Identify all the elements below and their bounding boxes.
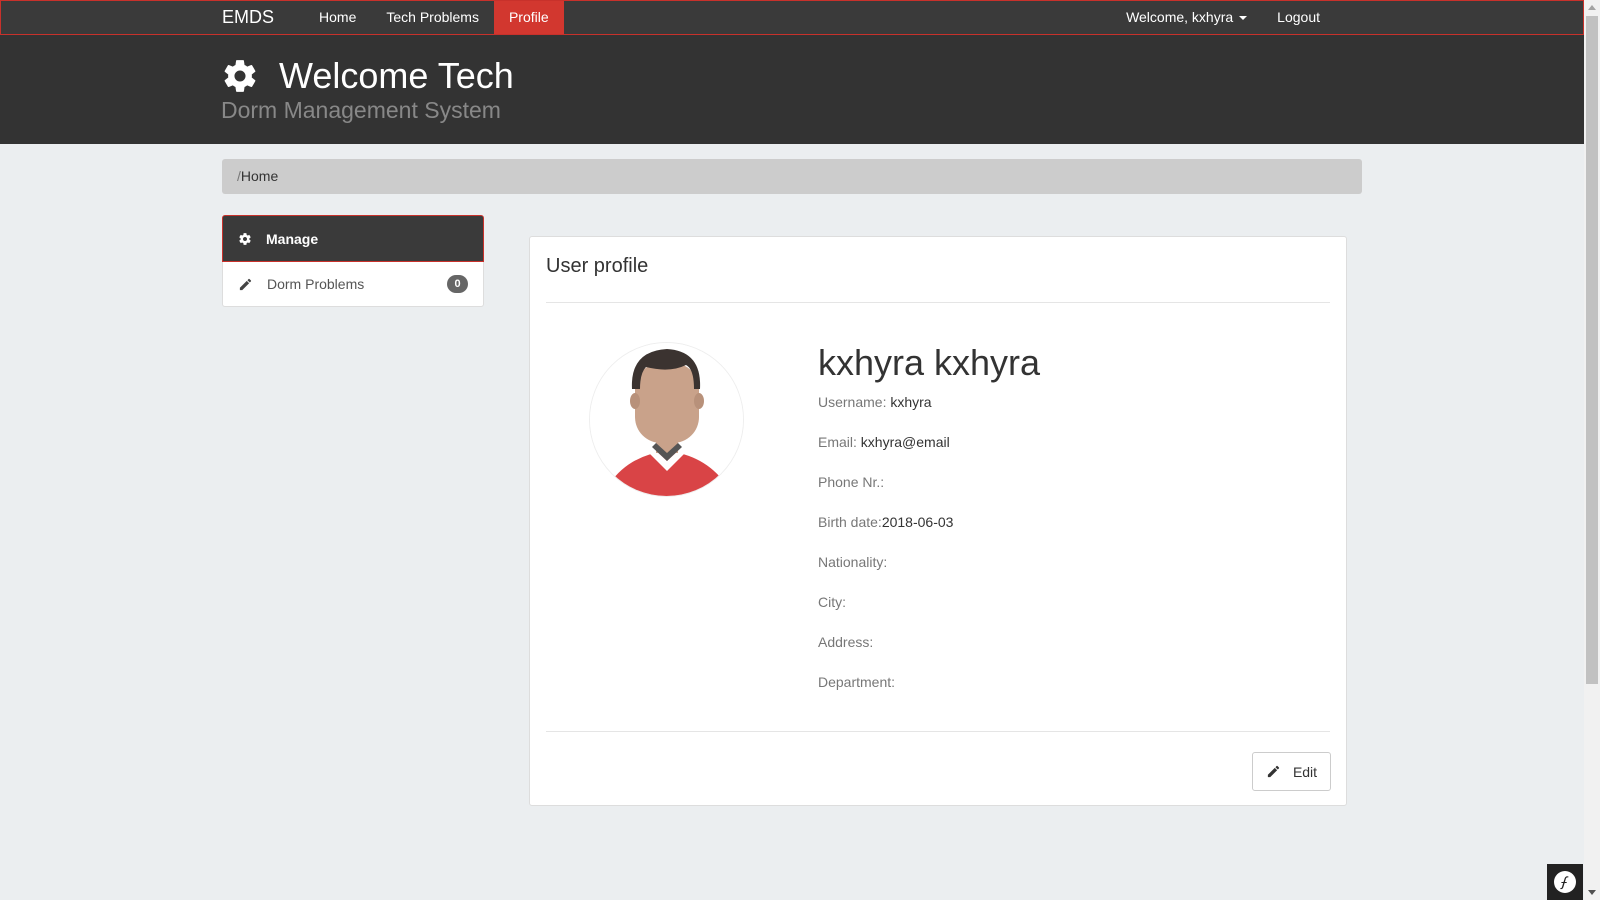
page-scrollbar[interactable] [1584,0,1600,900]
breadcrumb: /Home [222,159,1362,194]
page-subtitle: Dorm Management System [221,97,501,123]
card-title: User profile [546,255,649,277]
field-city: City: [818,594,846,610]
field-value: 2018-06-03 [881,514,954,530]
sidebar: Manage Dorm Problems 0 [222,215,484,307]
scrollbar-thumb[interactable] [1586,16,1598,684]
field-label: Username: [818,394,891,410]
top-navbar: EMDS Home Tech Problems Profile Welcome,… [0,0,1584,35]
divider [546,302,1330,303]
divider [546,731,1330,732]
field-label: City: [818,594,846,610]
field-nationality: Nationality: [818,554,887,570]
page-title: Welcome Tech [279,55,514,96]
field-value: kxhyra [890,394,932,410]
sidebar-item-label: Dorm Problems [267,276,365,292]
user-dropdown-label: Welcome, kxhyra [1126,9,1234,25]
symfony-logo-icon [1554,871,1576,893]
field-label: Address: [818,634,874,650]
sidebar-heading-label: Manage [266,230,319,247]
count-badge: 0 [447,275,468,293]
field-phone: Phone Nr.: [818,474,884,490]
navbar-left: EMDS Home Tech Problems Profile [222,1,564,34]
field-department: Department: [818,674,895,690]
avatar-image [590,343,743,496]
debug-toolbar-toggle[interactable] [1547,864,1583,900]
sidebar-heading: Manage [222,215,484,262]
field-address: Address: [818,634,873,650]
brand-link[interactable]: EMDS [222,7,274,28]
edit-profile-button[interactable]: Edit [1252,752,1331,791]
navbar-right: Welcome, kxhyra Logout [1111,1,1335,34]
field-username: Username: kxhyra [818,394,932,410]
scroll-down-icon[interactable] [1588,890,1596,895]
nav-tech-problems-link[interactable]: Tech Problems [371,1,494,34]
sidebar-item-dorm-problems[interactable]: Dorm Problems 0 [222,262,484,307]
field-value: kxhyra@email [860,434,950,450]
field-label: Birth date: [818,514,882,530]
nav-profile-link[interactable]: Profile [493,1,564,34]
field-label: Department: [818,674,896,690]
field-birth-date: Birth date:2018-06-03 [818,514,953,530]
user-profile-card: User profile kxhyra kxhyra Username: kxh… [529,236,1347,806]
pencil-icon [239,278,252,290]
gear-icon [224,60,256,92]
caret-down-icon [1239,16,1248,21]
header-title-row: Welcome Tech [221,55,514,97]
breadcrumb-home[interactable]: Home [241,168,278,184]
pencil-icon [1267,765,1280,778]
field-label: Email: [818,434,861,450]
edit-button-label: Edit [1292,763,1318,780]
profile-full-name: kxhyra kxhyra [818,342,1041,383]
field-email: Email: kxhyra@email [818,434,950,450]
field-label: Nationality: [818,554,888,570]
logout-link[interactable]: Logout [1262,1,1335,34]
avatar [589,342,744,497]
page-header: Welcome Tech Dorm Management System [0,35,1584,144]
scroll-up-icon[interactable] [1588,5,1596,10]
user-dropdown[interactable]: Welcome, kxhyra [1111,1,1262,34]
nav-home-link[interactable]: Home [304,1,371,34]
gear-icon [239,232,251,245]
field-label: Phone Nr.: [818,474,885,490]
